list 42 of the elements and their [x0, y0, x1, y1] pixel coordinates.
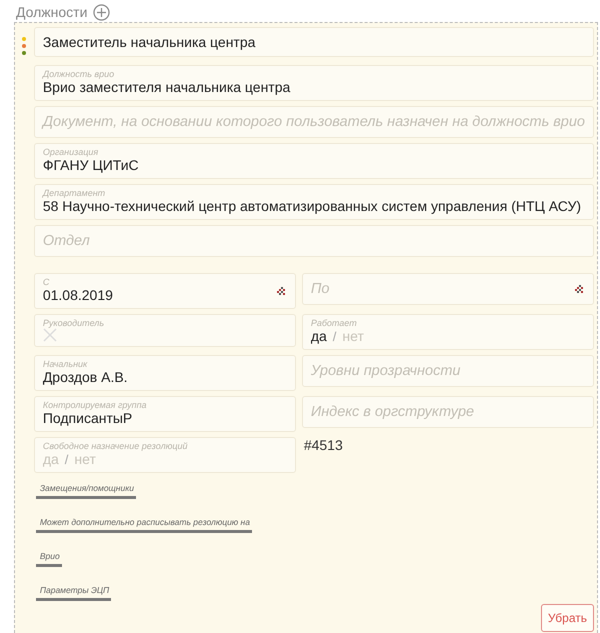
field-label: Свободное назначение резолюций: [42, 441, 189, 451]
field-placeholder: Уровни прозрачности: [310, 362, 460, 380]
form-field[interactable]: Департамент 58 Научно-технический центр автоматизированных систем управления (НТЦ АСУ): [34, 184, 594, 220]
field-label: Руководитель: [42, 318, 106, 328]
form-field[interactable]: Контролируемая группа ПодписантыР: [34, 396, 296, 432]
field-placeholder: Индекс в оргструктуре: [310, 402, 474, 420]
section-link[interactable]: Врио: [36, 551, 62, 567]
form-field[interactable]: Должность врио Врио заместителя начальника центра: [34, 65, 594, 101]
field-value: 58 Научно-технический центр автоматизированных систем управления (НТЦ АСУ): [42, 198, 582, 215]
field-label: Контролируемая группа: [42, 400, 148, 410]
drag-handle-icon[interactable]: [22, 37, 26, 55]
position-title-field[interactable]: Заместитель начальника центра: [34, 27, 594, 57]
separator: /: [64, 452, 68, 467]
add-icon[interactable]: [93, 4, 110, 20]
field-placeholder: По: [310, 280, 330, 298]
section-link[interactable]: Замещения/помощники: [36, 483, 136, 499]
field-value: ФГАНУ ЦИТиС: [42, 157, 139, 174]
field-placeholder: Документ, на основании которого пользователь назначен на должность врио: [42, 112, 585, 130]
section-title: Должности: [16, 4, 88, 20]
form-field[interactable]: С 01.08.2019: [34, 273, 296, 309]
calendar-icon[interactable]: [575, 285, 583, 293]
field-value: 01.08.2019: [42, 287, 113, 304]
section-link[interactable]: Может дополнительно расписывать резолюцию на: [36, 517, 252, 533]
field-value: Врио заместителя начальника центра: [42, 79, 290, 96]
remove-button[interactable]: Убрать: [540, 604, 594, 632]
field-value: Дроздов А.В.: [42, 369, 128, 386]
index-number: #4513: [302, 436, 343, 453]
toggle-option[interactable]: да: [310, 328, 327, 345]
field-label: С: [42, 277, 50, 287]
form-field[interactable]: Работает да / нет: [302, 314, 594, 350]
field-label: Начальник: [42, 359, 88, 369]
section-link[interactable]: Параметры ЭЦП: [36, 585, 112, 601]
form-field[interactable]: Начальник Дроздов А.В.: [34, 355, 296, 391]
field-label: Организация: [42, 147, 100, 157]
calendar-icon[interactable]: [276, 287, 285, 295]
separator: /: [332, 329, 336, 344]
field-label: Работает: [310, 318, 358, 328]
field-value: ПодписантыР: [42, 410, 132, 427]
form-field[interactable]: Организация ФГАНУ ЦИТиС: [34, 143, 594, 179]
field-placeholder: Отдел: [42, 232, 90, 250]
field-label: Должность врио: [42, 69, 116, 79]
field-label: Департамент: [42, 188, 106, 198]
